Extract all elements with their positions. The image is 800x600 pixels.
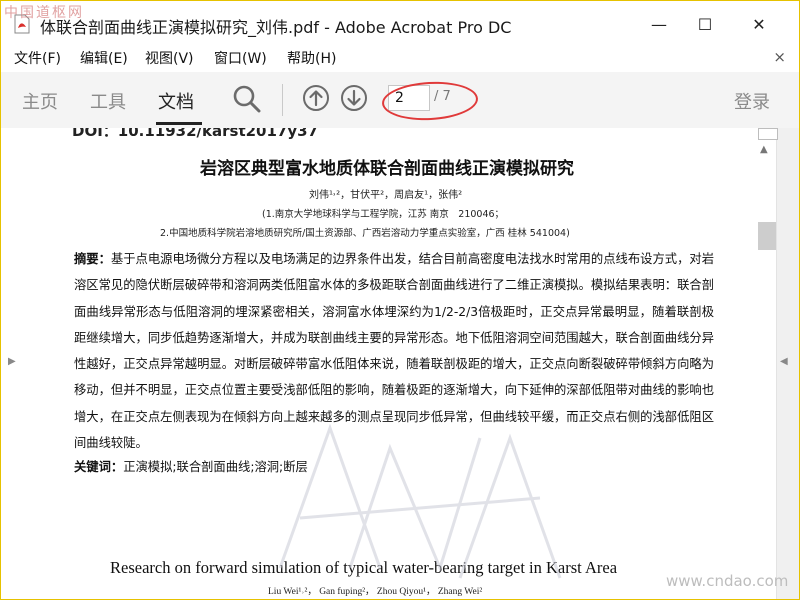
english-title: Research on forward simulation of typica… — [110, 558, 618, 577]
keywords-line: 关键词：正演模拟;联合剖面曲线;溶洞;断层 — [74, 457, 308, 475]
close-icon: ✕ — [752, 14, 766, 34]
toolbar: 主页 工具 文档 / 7 登录 — [0, 72, 800, 129]
window-title: 体联合剖面曲线正演模拟研究_刘伟.pdf - Adobe Acrobat Pro… — [40, 18, 512, 37]
menu-help[interactable]: 帮助(H) — [287, 48, 336, 68]
watermark-bottom: www.cndao.com — [666, 572, 789, 590]
keywords-label: 关键词： — [74, 460, 124, 474]
scroll-up-icon[interactable]: ▲ — [760, 144, 768, 155]
minimize-icon: — — [651, 14, 667, 34]
maximize-button[interactable]: ☐ — [690, 10, 720, 38]
active-tab-indicator — [156, 122, 202, 125]
affiliation-1: (1.南京大学地球科学与工程学院，江苏 南京 210046； — [262, 209, 505, 220]
abstract-paragraph: 摘要：基于点电源电场微分方程以及电场满足的边界条件出发，结合目前高密度电法找水时… — [74, 246, 714, 456]
scrollbar-thumb[interactable] — [758, 222, 776, 250]
keywords-text: 正演模拟;联合剖面曲线;溶洞;断层 — [123, 460, 308, 474]
affiliation-2: 2.中国地质科学院岩溶地质研究所/国土资源部、广西岩溶动力学重点实验室，广西 桂… — [160, 228, 570, 239]
menu-window[interactable]: 窗口(W) — [214, 48, 267, 68]
menu-file[interactable]: 文件(F) — [14, 48, 61, 68]
expand-right-panel-icon[interactable]: ◀ — [780, 356, 788, 367]
close-window-button[interactable]: ✕ — [744, 10, 774, 38]
expand-left-panel-icon[interactable]: ▶ — [8, 356, 16, 367]
abstract-label: 摘要： — [74, 252, 111, 266]
tab-tools[interactable]: 工具 — [90, 88, 126, 114]
tab-document[interactable]: 文档 — [158, 88, 194, 114]
pdf-page: DOI：10.11932/karst2017y37 岩溶区典型富水地质体联合剖面… — [22, 128, 758, 600]
toolbar-divider — [282, 84, 283, 116]
login-button[interactable]: 登录 — [734, 88, 770, 114]
menu-view[interactable]: 视图(V) — [145, 48, 194, 68]
abstract-text: 基于点电源电场微分方程以及电场满足的边界条件出发，结合目前高密度电法找水时常用的… — [74, 252, 714, 451]
title-bar: 体联合剖面曲线正演模拟研究_刘伟.pdf - Adobe Acrobat Pro… — [0, 0, 800, 48]
paper-title: 岩溶区典型富水地质体联合剖面曲线正演模拟研究 — [200, 159, 574, 179]
authors-cn: 刘伟¹˒²，甘伏平²，周启友¹，张伟² — [309, 190, 463, 201]
document-viewport[interactable]: ▶ ◀ DOI：10.11932/karst2017y37 岩溶区典型富水地质体… — [0, 128, 800, 600]
arrow-up-circle-icon[interactable] — [302, 84, 330, 112]
minimize-button[interactable]: — — [644, 10, 674, 38]
doi-line: DOI：10.11932/karst2017y37 — [72, 128, 319, 140]
scrollbar-top-box — [758, 128, 778, 140]
search-icon[interactable] — [232, 84, 262, 114]
tab-home[interactable]: 主页 — [22, 88, 58, 114]
watermark-top: 中国道枢网 — [4, 5, 84, 21]
maximize-icon: ☐ — [697, 14, 713, 34]
close-document-icon[interactable]: × — [773, 48, 786, 66]
menu-bar: 文件(F) 编辑(E) 视图(V) 窗口(W) 帮助(H) × — [0, 44, 800, 70]
english-authors: Liu Wei¹˒²， Gan fuping²， Zhou Qiyou¹， Zh… — [268, 587, 483, 597]
arrow-down-circle-icon[interactable] — [340, 84, 368, 112]
menu-edit[interactable]: 编辑(E) — [80, 48, 128, 68]
